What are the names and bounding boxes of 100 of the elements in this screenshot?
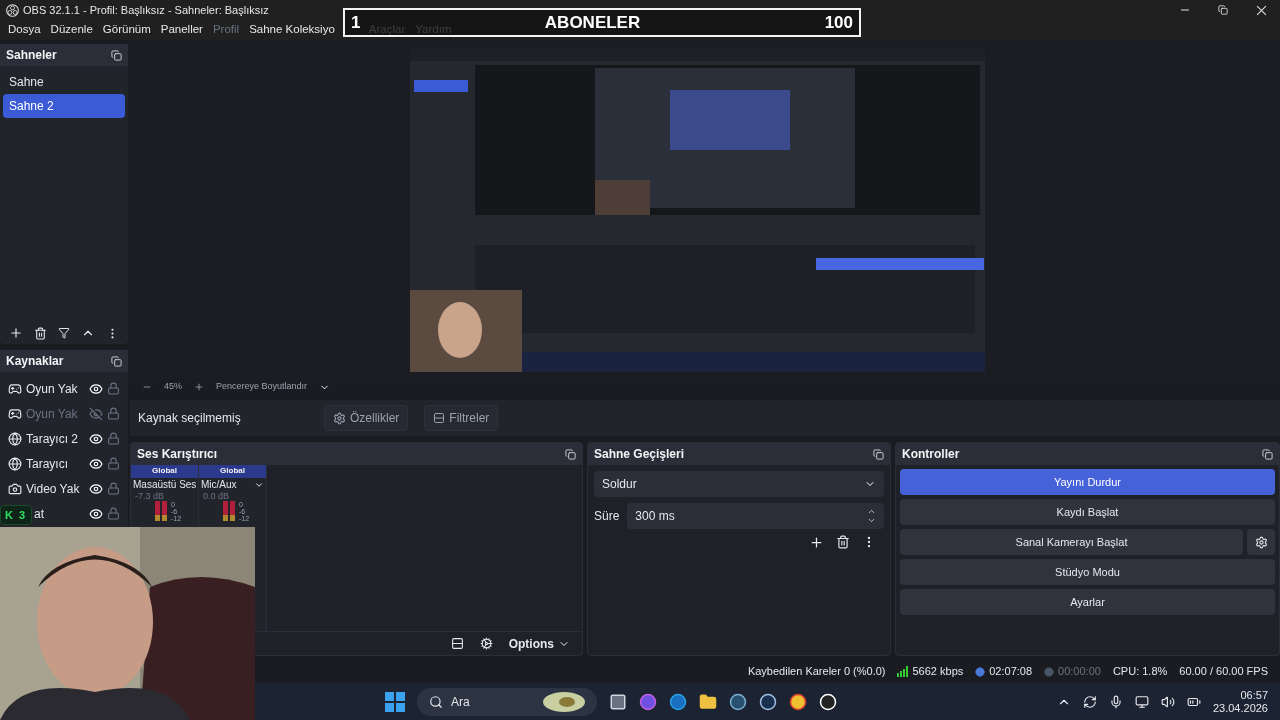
fit-mode-label[interactable]: Pencereye Boyutlandır bbox=[216, 380, 308, 394]
clock-time: 06:57 bbox=[1240, 688, 1268, 702]
stream-time: 02:07:08 bbox=[989, 664, 1033, 680]
source-name[interactable]: Video Yak bbox=[26, 479, 85, 498]
record-icon bbox=[1044, 666, 1055, 677]
menu-item[interactable]: Dosya bbox=[8, 21, 41, 39]
lock-icon[interactable] bbox=[107, 382, 120, 395]
control-button[interactable]: Sanal Kamerayı Başlat bbox=[900, 529, 1243, 555]
menu-item[interactable]: Sahne Koleksiyo bbox=[249, 21, 335, 39]
menu-item[interactable]: Düzenle bbox=[50, 21, 93, 39]
gamepad-icon bbox=[8, 406, 22, 421]
scene-item[interactable]: Sahne bbox=[3, 70, 125, 94]
channel-badge: Global bbox=[199, 465, 266, 478]
add-icon[interactable] bbox=[809, 535, 824, 550]
delete-icon[interactable] bbox=[34, 326, 48, 340]
lock-icon[interactable] bbox=[107, 482, 120, 495]
app-logo-icon bbox=[6, 3, 19, 17]
source-name[interactable]: at bbox=[34, 504, 85, 523]
scene-item[interactable]: Sahne 2 bbox=[3, 94, 125, 118]
overlay-number: 1 bbox=[351, 12, 361, 34]
menu-item[interactable]: Görünüm bbox=[102, 21, 151, 39]
globe-icon bbox=[8, 456, 22, 471]
lock-icon[interactable] bbox=[107, 457, 120, 470]
search-field[interactable]: Ara bbox=[417, 687, 597, 716]
eye-off-icon[interactable] bbox=[89, 406, 103, 421]
delete-icon[interactable] bbox=[836, 535, 850, 549]
add-icon[interactable] bbox=[9, 326, 24, 340]
zoom-in-icon[interactable] bbox=[194, 382, 204, 392]
control-button[interactable]: Stüdyo Modu bbox=[900, 559, 1275, 585]
app-icon[interactable] bbox=[729, 692, 747, 711]
globe-icon bbox=[8, 431, 22, 446]
dropped-frames: Kaybedilen Kareler 0 (%0.0) bbox=[747, 663, 886, 680]
source-name[interactable]: Tarayıcı 2 bbox=[26, 429, 85, 448]
source-status: Kaynak seçilmemiş bbox=[138, 410, 242, 427]
audio-meter-icon bbox=[155, 501, 167, 521]
eye-icon[interactable] bbox=[89, 506, 103, 521]
duration-field[interactable]: 300 ms bbox=[627, 503, 884, 529]
control-button[interactable]: Yayını Durdur bbox=[900, 469, 1275, 495]
control-button[interactable]: Kaydı Başlat bbox=[900, 499, 1275, 525]
decrement-icon[interactable] bbox=[867, 516, 876, 525]
network-icon[interactable] bbox=[1134, 694, 1149, 709]
camera-icon bbox=[8, 481, 22, 496]
bitrate: 5662 kbps bbox=[912, 664, 964, 680]
lock-icon[interactable] bbox=[107, 432, 120, 445]
lock-icon[interactable] bbox=[107, 407, 120, 420]
sync-icon[interactable] bbox=[1082, 694, 1097, 709]
undock-icon[interactable] bbox=[873, 448, 884, 460]
channel-name: Masaüstü Ses bbox=[133, 478, 197, 491]
eye-icon[interactable] bbox=[89, 431, 103, 446]
eye-icon[interactable] bbox=[89, 381, 103, 396]
clock-date: 23.04.2026 bbox=[1212, 701, 1268, 715]
signal-icon bbox=[897, 666, 909, 677]
zoom-level: 45% bbox=[164, 380, 182, 394]
undock-icon[interactable] bbox=[111, 355, 122, 367]
layout-icon[interactable] bbox=[450, 637, 464, 650]
eye-icon[interactable] bbox=[89, 456, 103, 471]
panel-title: Kaynaklar bbox=[6, 353, 64, 370]
channel-badge: Global bbox=[131, 465, 198, 478]
fps-counter: 60.00 / 60.00 FPS bbox=[1179, 664, 1268, 680]
increment-icon[interactable] bbox=[867, 507, 876, 516]
volume-reading: 0.0 dB bbox=[202, 491, 231, 501]
volume-icon[interactable] bbox=[1160, 694, 1175, 709]
audio-meter-icon bbox=[223, 501, 235, 521]
overlay-title: ABONELER bbox=[544, 11, 641, 34]
stream-icon bbox=[975, 666, 986, 677]
undock-icon[interactable] bbox=[111, 49, 122, 61]
control-button[interactable]: Ayarlar bbox=[900, 589, 1275, 615]
filter-icon[interactable] bbox=[58, 327, 70, 339]
duration-label: Süre bbox=[594, 508, 620, 525]
panel-title: Kontroller bbox=[902, 446, 960, 463]
toolbar-button[interactable]: Özellikler bbox=[324, 405, 409, 431]
menu-item[interactable]: Paneller bbox=[160, 21, 203, 39]
panel-title: Ses Karıştırıcı bbox=[137, 446, 218, 463]
source-name[interactable]: Tarayıcı bbox=[26, 454, 85, 473]
panel-title: Sahneler bbox=[6, 47, 57, 64]
settings-button[interactable] bbox=[1247, 529, 1275, 555]
settings-icon[interactable] bbox=[479, 637, 493, 650]
window-icon[interactable] bbox=[609, 692, 627, 711]
gear-icon bbox=[333, 411, 346, 425]
window-title: OBS 32.1.1 - Profil: Başlıksız - Sahneler: Başlıksız bbox=[23, 2, 269, 18]
filter-icon bbox=[433, 412, 446, 424]
gamepad-icon bbox=[8, 381, 22, 396]
microphone-icon[interactable] bbox=[1108, 694, 1123, 709]
options-button[interactable]: Options bbox=[508, 634, 570, 653]
eye-icon[interactable] bbox=[89, 481, 103, 496]
gear-icon bbox=[1254, 535, 1268, 549]
folder-icon[interactable] bbox=[699, 692, 717, 711]
record-time: 00:00:00 bbox=[1058, 664, 1101, 680]
transition-select[interactable]: Soldur bbox=[594, 471, 884, 497]
badge-count: 3 bbox=[18, 507, 26, 523]
start-icon[interactable] bbox=[385, 691, 405, 712]
source-name[interactable]: Oyun Yak bbox=[26, 379, 85, 398]
undock-icon[interactable] bbox=[1262, 448, 1273, 460]
toolbar-button[interactable]: Filtreler bbox=[424, 405, 499, 431]
close-icon bbox=[1255, 4, 1267, 16]
lock-icon[interactable] bbox=[107, 507, 120, 520]
channel-name: Mic/Aux bbox=[201, 478, 237, 491]
app-icon[interactable] bbox=[759, 692, 777, 711]
cpu-usage: CPU: 1.8% bbox=[1112, 664, 1168, 680]
undock-icon[interactable] bbox=[565, 448, 576, 460]
